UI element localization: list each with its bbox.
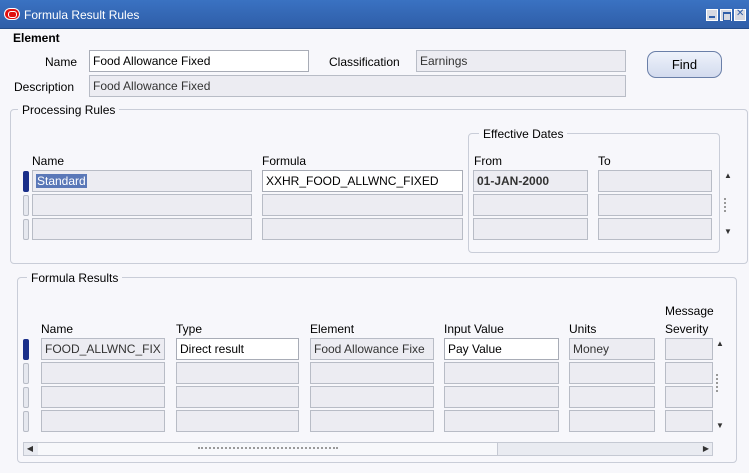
scroll-thumb[interactable] (724, 198, 732, 212)
fr-element-field[interactable] (310, 362, 434, 384)
element-heading: Element (13, 31, 60, 45)
scroll-thumb[interactable] (38, 443, 498, 455)
fr-units-field[interactable] (569, 410, 655, 432)
fr-name-field[interactable] (41, 410, 165, 432)
fr-element-field[interactable]: Food Allowance Fixe (310, 338, 434, 360)
scroll-down-icon[interactable]: ▼ (714, 420, 726, 432)
pr-row-indicator[interactable] (23, 195, 29, 216)
element-name-field[interactable]: Food Allowance Fixed (89, 50, 309, 72)
fr-units-field[interactable] (569, 386, 655, 408)
fr-input-value-field[interactable]: Pay Value (444, 338, 559, 360)
pr-from-field[interactable] (473, 218, 588, 240)
pr-formula-field[interactable]: XXHR_FOOD_ALLWNC_FIXED (262, 170, 463, 192)
pr-name-field[interactable] (32, 194, 252, 216)
fr-header-element: Element (310, 322, 355, 336)
pr-header-from: From (474, 154, 502, 168)
find-button[interactable]: Find (647, 51, 722, 78)
maximize-icon[interactable] (720, 9, 732, 21)
pr-header-name: Name (32, 154, 65, 168)
fr-units-field[interactable]: Money (569, 338, 655, 360)
pr-formula-field[interactable] (262, 194, 463, 216)
pr-to-field[interactable] (598, 170, 712, 192)
description-field[interactable]: Food Allowance Fixed (89, 75, 626, 97)
classification-label: Classification (329, 55, 400, 69)
fr-vertical-scrollbar[interactable]: ▲ ▼ (714, 338, 726, 432)
pr-row-indicator[interactable] (23, 219, 29, 240)
pr-formula-field[interactable] (262, 218, 463, 240)
fr-header-type: Type (176, 322, 203, 336)
fr-input-value-field[interactable] (444, 386, 559, 408)
pr-from-field[interactable] (473, 194, 588, 216)
fr-type-field[interactable] (176, 362, 299, 384)
pr-header-to: To (598, 154, 611, 168)
fr-input-value-field[interactable] (444, 410, 559, 432)
pr-name-field[interactable] (32, 218, 252, 240)
scroll-left-icon[interactable]: ◀ (24, 443, 36, 455)
fr-row-indicator[interactable] (23, 363, 29, 384)
fr-type-field[interactable] (176, 410, 299, 432)
formula-results-title: Formula Results (27, 271, 123, 285)
fr-row-indicator[interactable] (23, 387, 29, 408)
fr-header-name: Name (41, 322, 74, 336)
fr-severity-field[interactable] (665, 386, 713, 408)
pr-name-text: Standard (36, 174, 87, 188)
minimize-icon[interactable] (706, 9, 718, 21)
scroll-up-icon[interactable]: ▲ (722, 170, 734, 182)
fr-element-field[interactable] (310, 386, 434, 408)
fr-name-field[interactable]: FOOD_ALLWNC_FIX (41, 338, 165, 360)
scroll-up-icon[interactable]: ▲ (714, 338, 726, 350)
processing-rules-title: Processing Rules (18, 103, 120, 117)
fr-element-field[interactable] (310, 410, 434, 432)
fr-severity-field[interactable] (665, 410, 713, 432)
window-titlebar: Formula Result Rules (0, 0, 749, 29)
name-label: Name (45, 55, 78, 69)
fr-name-field[interactable] (41, 362, 165, 384)
fr-header-units: Units (569, 322, 597, 336)
fr-input-value-field[interactable] (444, 362, 559, 384)
scroll-right-icon[interactable]: ▶ (700, 443, 712, 455)
scroll-down-icon[interactable]: ▼ (722, 226, 734, 238)
description-label: Description (14, 80, 75, 94)
fr-header-message: Message (665, 304, 714, 318)
scroll-grip (198, 447, 338, 451)
window-title: Formula Result Rules (24, 8, 140, 22)
pr-to-field[interactable] (598, 194, 712, 216)
pr-from-field[interactable]: 01-JAN-2000 (473, 170, 588, 192)
fr-type-field[interactable]: Direct result (176, 338, 299, 360)
fr-row-indicator[interactable] (23, 411, 29, 432)
close-icon[interactable] (734, 8, 746, 21)
fr-severity-field[interactable] (665, 362, 713, 384)
fr-row-indicator[interactable] (23, 339, 29, 360)
fr-header-input-value: Input Value (444, 322, 504, 336)
fr-units-field[interactable] (569, 362, 655, 384)
scroll-thumb[interactable] (716, 374, 724, 392)
fr-severity-field[interactable] (665, 338, 713, 360)
fr-horizontal-scrollbar[interactable]: ◀ ▶ (23, 442, 713, 456)
effective-dates-title: Effective Dates (479, 127, 568, 141)
fr-type-field[interactable] (176, 386, 299, 408)
pr-to-field[interactable] (598, 218, 712, 240)
fr-header-severity: Severity (665, 322, 709, 336)
classification-field[interactable]: Earnings (416, 50, 626, 72)
pr-name-field[interactable]: Standard (32, 170, 252, 192)
pr-vertical-scrollbar[interactable]: ▲ ▼ (722, 170, 734, 240)
oracle-forms-icon (4, 8, 20, 20)
fr-name-field[interactable] (41, 386, 165, 408)
pr-row-indicator[interactable] (23, 171, 29, 192)
pr-header-formula: Formula (262, 154, 307, 168)
